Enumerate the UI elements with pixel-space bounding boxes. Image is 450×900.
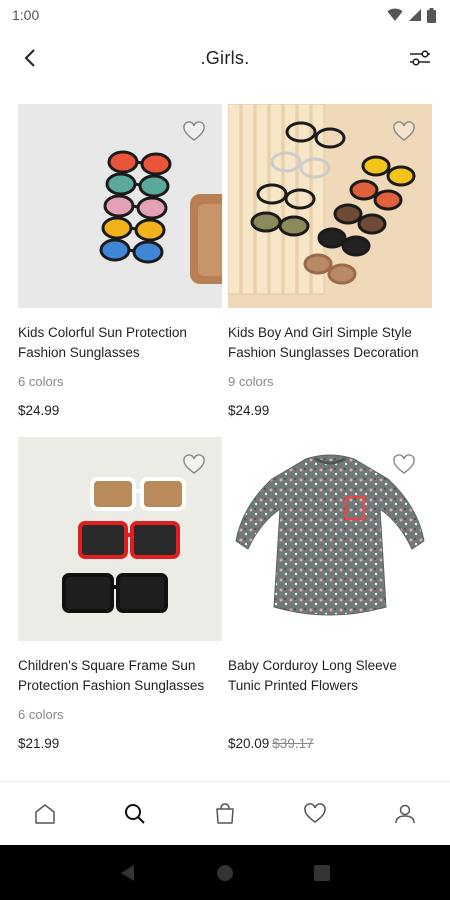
product-image <box>18 437 222 641</box>
heart-outline-icon <box>183 454 205 474</box>
product-card[interactable]: Baby Corduroy Long Sleeve Tunic Printed … <box>228 437 432 751</box>
heart-outline-icon <box>183 121 205 141</box>
bottom-nav <box>0 781 450 845</box>
product-price: $20.09 <box>228 736 270 751</box>
heart-outline-icon <box>393 121 415 141</box>
product-card[interactable]: Children's Square Frame Sun Protection F… <box>18 437 222 751</box>
filter-sliders-icon <box>410 50 430 66</box>
product-grid: Kids Colorful Sun Protection Fashion Sun… <box>18 104 432 751</box>
favorite-button[interactable] <box>182 453 206 477</box>
status-bar: 1:00 <box>0 0 450 30</box>
favorite-button[interactable] <box>182 120 206 144</box>
nav-favorites[interactable] <box>295 794 335 834</box>
nav-bag[interactable] <box>205 794 245 834</box>
wifi-icon <box>387 8 403 21</box>
back-button[interactable] <box>16 44 44 72</box>
heart-icon <box>304 802 326 823</box>
product-card[interactable]: Kids Boy And Girl Simple Style Fashion S… <box>228 104 432 418</box>
product-colors <box>228 705 432 725</box>
home-circle-icon <box>216 864 233 881</box>
status-icons <box>387 7 436 23</box>
product-colors: 9 colors <box>228 374 274 389</box>
filter-button[interactable] <box>406 44 434 72</box>
favorite-button[interactable] <box>392 120 416 144</box>
favorite-button[interactable] <box>392 453 416 477</box>
back-arrow-icon <box>24 49 35 67</box>
product-name: Kids Boy And Girl Simple Style Fashion S… <box>228 325 419 360</box>
product-image <box>228 104 432 308</box>
nav-profile[interactable] <box>385 794 425 834</box>
price-row: $21.99 <box>18 734 222 754</box>
product-colors: 6 colors <box>18 374 64 389</box>
nav-home[interactable] <box>25 794 65 834</box>
home-icon <box>35 803 55 824</box>
search-icon <box>125 803 145 824</box>
product-name: Kids Colorful Sun Protection Fashion Sun… <box>18 325 187 360</box>
price-row: $24.99 <box>228 401 432 421</box>
status-time: 1:00 <box>12 7 40 23</box>
product-price: $21.99 <box>18 736 60 751</box>
page-title: .Girls. <box>200 47 250 68</box>
bag-icon <box>216 802 234 824</box>
product-image <box>228 437 432 641</box>
system-home-button[interactable] <box>213 861 237 885</box>
app-bar: .Girls. <box>0 36 450 80</box>
nav-search[interactable] <box>115 794 155 834</box>
product-colors: 6 colors <box>18 707 64 722</box>
product-image <box>18 104 222 308</box>
signal-icon <box>409 9 421 21</box>
heart-outline-icon <box>393 454 415 474</box>
back-triangle-icon <box>121 864 135 881</box>
battery-icon <box>427 7 436 23</box>
product-name: Baby Corduroy Long Sleeve Tunic Printed … <box>228 658 397 693</box>
product-card[interactable]: Kids Colorful Sun Protection Fashion Sun… <box>18 104 222 418</box>
product-price: $24.99 <box>228 403 270 418</box>
system-back-button[interactable] <box>116 861 140 885</box>
price-row: $24.99 <box>18 401 222 421</box>
system-recents-button[interactable] <box>310 861 334 885</box>
recents-square-icon <box>313 864 330 881</box>
profile-icon <box>395 804 415 823</box>
product-price: $24.99 <box>18 403 60 418</box>
system-nav-bar <box>0 845 450 900</box>
product-old-price: $39.17 <box>272 736 314 751</box>
price-row: $20.09 $39.17 <box>228 734 432 754</box>
product-name: Children's Square Frame Sun Protection F… <box>18 658 205 693</box>
